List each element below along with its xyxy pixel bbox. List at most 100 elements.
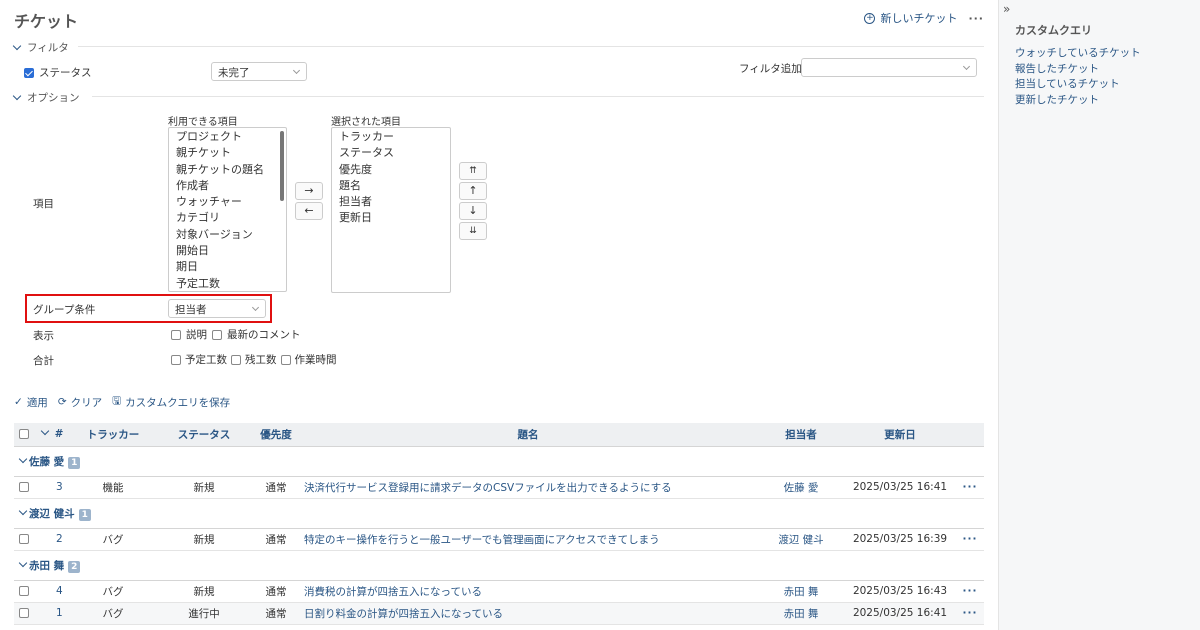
chevron-down-icon[interactable] xyxy=(18,506,28,515)
available-column-option[interactable]: ウォッチャー xyxy=(169,194,286,210)
issue-id-link[interactable]: 3 xyxy=(56,481,63,493)
tracker-header[interactable]: トラッカー xyxy=(72,423,154,447)
add-filter-select[interactable] xyxy=(801,58,977,77)
status-filter-checkbox[interactable] xyxy=(24,67,34,78)
move-down-button[interactable]: ↓ xyxy=(459,202,487,220)
clear-button[interactable]: ⟳ クリア xyxy=(58,393,102,411)
sidebar: » カスタムクエリ ウォッチしているチケット 報告したチケット 担当しているチケット… xyxy=(998,0,1200,630)
assignee-link[interactable]: 佐藤 愛 xyxy=(784,482,819,494)
priority-header[interactable]: 優先度 xyxy=(254,423,298,447)
custom-query-link[interactable]: 報告したチケット xyxy=(1015,63,1099,75)
row-menu-icon[interactable]: ··· xyxy=(963,585,978,597)
selected-columns-list[interactable]: トラッカー ステータス 優先度 題名 担当者 更新日 xyxy=(331,127,451,293)
select-all-checkbox[interactable] xyxy=(19,429,29,440)
priority-cell: 通常 xyxy=(254,528,298,551)
row-checkbox[interactable] xyxy=(19,608,29,618)
scrollbar[interactable] xyxy=(280,131,284,201)
new-issue-link[interactable]: 新しいチケット xyxy=(880,10,957,26)
issue-subject-link[interactable]: 日割り料金の計算が四捨五入になっている xyxy=(304,608,503,620)
id-header[interactable]: # xyxy=(34,423,72,447)
move-left-button[interactable]: ← xyxy=(295,202,323,220)
available-column-option[interactable]: 期日 xyxy=(169,259,286,275)
row-checkbox[interactable] xyxy=(19,482,29,492)
chevron-down-icon xyxy=(962,62,971,71)
custom-query-link[interactable]: 担当しているチケット xyxy=(1015,78,1120,90)
table-row[interactable]: 3 機能 新規 通常 決済代行サービス登録用に請求データのCSVファイルを出力できるよう… xyxy=(14,476,984,499)
selected-column-option[interactable]: 更新日 xyxy=(332,210,450,226)
group-row[interactable]: 赤田 舞2 xyxy=(14,550,984,581)
chevron-down-icon xyxy=(292,66,301,75)
chevron-down-icon xyxy=(12,41,22,51)
available-column-option[interactable]: 予定工数 xyxy=(169,276,286,291)
selected-columns-label: 選択された項目 xyxy=(331,117,401,128)
custom-query-link[interactable]: 更新したチケット xyxy=(1015,94,1099,106)
updated-cell: 2025/03/25 16:43 xyxy=(844,580,956,603)
selected-column-option[interactable]: ステータス xyxy=(332,145,450,161)
selected-column-option[interactable]: トラッカー xyxy=(332,129,450,145)
last-notes-checkbox[interactable] xyxy=(212,329,222,340)
more-menu-icon[interactable]: ··· xyxy=(968,12,984,25)
issue-subject-link[interactable]: 決済代行サービス登録用に請求データのCSVファイルを出力できるようにする xyxy=(304,482,672,494)
selected-column-option[interactable]: 担当者 xyxy=(332,194,450,210)
issue-subject-link[interactable]: 消費税の計算が四捨五入になっている xyxy=(304,586,482,598)
remaining-hours-checkbox[interactable] xyxy=(231,354,241,365)
status-operator-select[interactable]: 未完了 xyxy=(211,62,307,81)
table-row[interactable]: 1 バグ 進行中 通常 日割り料金の計算が四捨五入になっている 赤田 舞 2025/03/2… xyxy=(14,602,984,625)
group-name: 赤田 舞 xyxy=(29,559,65,572)
available-column-option[interactable]: 作成者 xyxy=(169,178,286,194)
available-columns-list[interactable]: プロジェクト 親チケット 親チケットの題名 作成者 ウォッチャー カテゴリ 対象バージョン開… xyxy=(168,127,287,292)
group-row[interactable]: 佐藤 愛1 xyxy=(14,446,984,477)
available-column-option[interactable]: 開始日 xyxy=(169,243,286,259)
row-menu-icon[interactable]: ··· xyxy=(963,607,978,619)
issue-id-link[interactable]: 2 xyxy=(56,533,63,545)
assignee-link[interactable]: 渡辺 健斗 xyxy=(778,534,823,546)
filters-legend[interactable]: フィルタ xyxy=(12,40,69,55)
table-row[interactable]: 4 バグ 新規 通常 消費税の計算が四捨五入になっている 赤田 舞 2025/03/25 1… xyxy=(14,580,984,603)
status-cell: 新規 xyxy=(154,476,254,499)
group-row[interactable]: 渡辺 健斗 1 xyxy=(14,498,984,529)
selected-column-option[interactable]: 題名 xyxy=(332,178,450,194)
estimated-hours-checkbox[interactable] xyxy=(171,354,181,365)
move-bottom-button[interactable]: ⇊ xyxy=(459,222,487,240)
apply-button[interactable]: ✓ 適用 xyxy=(14,393,48,411)
available-column-option[interactable]: 対象バージョン xyxy=(169,227,286,243)
updated-header[interactable]: 更新日 xyxy=(844,423,956,447)
issue-id-link[interactable]: 1 xyxy=(56,607,63,619)
tracker-cell: バグ xyxy=(72,602,154,625)
group-count-badge: 1 xyxy=(78,508,91,521)
issues-table: # トラッカー ステータス 優先度 題名 担当者 更新日 佐藤 愛 1 3 機能 新規通… xyxy=(14,423,984,625)
row-menu-icon[interactable]: ··· xyxy=(963,481,978,493)
status-header[interactable]: ステータス xyxy=(154,423,254,447)
available-column-option[interactable]: 親チケット xyxy=(169,145,286,161)
move-up-button[interactable]: ↑ xyxy=(459,182,487,200)
display-label: 表示 xyxy=(33,330,54,342)
custom-query-link[interactable]: ウォッチしているチケット xyxy=(1015,47,1141,59)
available-column-option[interactable]: プロジェクト xyxy=(169,129,286,145)
move-right-button[interactable]: → xyxy=(295,182,323,200)
divider xyxy=(78,46,984,47)
issue-id-link[interactable]: 4 xyxy=(56,585,63,597)
estimated-hours-label: 予定工数 xyxy=(185,354,227,366)
row-checkbox[interactable] xyxy=(19,534,29,544)
subject-header[interactable]: 題名 xyxy=(298,423,758,447)
options-legend[interactable]: オプション xyxy=(12,90,80,105)
row-checkbox[interactable] xyxy=(19,586,29,596)
move-top-button[interactable]: ⇈ xyxy=(459,162,487,180)
status-cell: 新規 xyxy=(154,528,254,551)
available-column-option[interactable]: カテゴリ xyxy=(169,210,286,226)
columns-label: 項目 xyxy=(33,198,54,210)
chevron-down-icon[interactable] xyxy=(18,558,28,567)
save-query-button[interactable]: 🖫 カスタムクエリを保存 xyxy=(112,393,230,411)
row-menu-icon[interactable]: ··· xyxy=(963,533,978,545)
assignee-link[interactable]: 赤田 舞 xyxy=(784,586,819,598)
sidebar-toggle-icon[interactable]: » xyxy=(1003,2,1010,16)
chevron-down-icon[interactable] xyxy=(18,454,28,463)
table-row[interactable]: 2 バグ 新規 通常 特定のキー操作を行うと一般ユーザーでも管理画面にアクセスできてしま… xyxy=(14,528,984,551)
description-checkbox[interactable] xyxy=(171,329,181,340)
assignee-link[interactable]: 赤田 舞 xyxy=(784,608,819,620)
spent-time-checkbox[interactable] xyxy=(280,354,291,365)
selected-column-option[interactable]: 優先度 xyxy=(332,162,450,178)
issue-subject-link[interactable]: 特定のキー操作を行うと一般ユーザーでも管理画面にアクセスできてしまう xyxy=(304,534,660,546)
available-column-option[interactable]: 親チケットの題名 xyxy=(169,162,286,178)
assignee-header[interactable]: 担当者 xyxy=(758,423,844,447)
